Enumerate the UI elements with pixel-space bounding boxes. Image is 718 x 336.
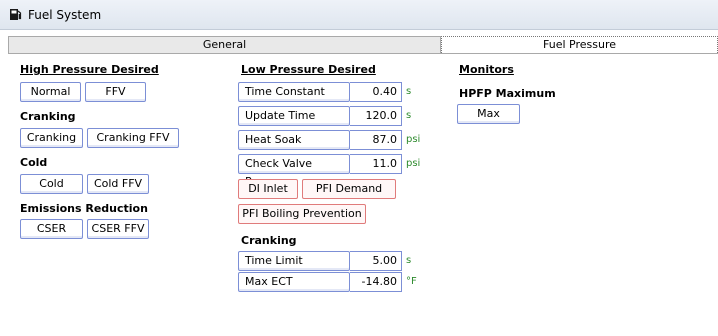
time-limit-label: Time Limit: [238, 251, 350, 271]
update-time-unit: s: [406, 110, 412, 121]
low-pressure-desired-heading: Low Pressure Desired: [241, 63, 376, 76]
window-titlebar: Fuel System: [0, 0, 718, 30]
emissions-reduction-heading: Emissions Reduction: [20, 202, 148, 215]
time-limit-value[interactable]: 5.00: [350, 251, 402, 271]
update-time-value[interactable]: 120.0: [350, 106, 402, 126]
time-constant-value[interactable]: 0.40: [350, 82, 402, 102]
max-ect-unit: °F: [406, 276, 417, 287]
cold-heading: Cold: [20, 156, 48, 169]
monitors-heading: Monitors: [459, 63, 514, 76]
max-ect-label: Max ECT: [238, 272, 350, 292]
check-valve-pressure-unit: psi: [406, 158, 421, 169]
tab-general[interactable]: General: [8, 36, 441, 53]
heat-soak-unit: psi: [406, 134, 421, 145]
cranking-button[interactable]: Cranking: [20, 128, 83, 148]
ffv-button[interactable]: FFV: [85, 82, 146, 102]
cser-ffv-button[interactable]: CSER FFV: [87, 219, 149, 239]
cranking-heading: Cranking: [20, 110, 76, 123]
max-button[interactable]: Max: [457, 104, 520, 124]
time-constant-label: Time Constant: [238, 82, 350, 102]
di-inlet-button[interactable]: DI Inlet: [238, 179, 298, 199]
heat-soak-value[interactable]: 87.0: [350, 130, 402, 150]
normal-button[interactable]: Normal: [20, 82, 81, 102]
heat-soak-label: Heat Soak: [238, 130, 350, 150]
time-limit-unit: s: [406, 255, 412, 266]
high-pressure-desired-heading: High Pressure Desired: [20, 63, 159, 76]
check-valve-pressure-label: Check Valve Pressure: [238, 154, 350, 188]
cser-button[interactable]: CSER: [20, 219, 83, 239]
fuel-pump-icon: [10, 9, 22, 20]
cold-ffv-button[interactable]: Cold FFV: [87, 174, 149, 194]
check-valve-pressure-value[interactable]: 11.0: [350, 154, 402, 174]
low-pressure-cranking-heading: Cranking: [241, 234, 297, 247]
max-ect-value[interactable]: -14.80: [350, 272, 402, 292]
tab-divider: [8, 53, 718, 54]
tab-fuel-pressure[interactable]: Fuel Pressure: [441, 36, 718, 53]
cranking-ffv-button[interactable]: Cranking FFV: [87, 128, 179, 148]
pfi-demand-button[interactable]: PFI Demand: [302, 179, 396, 199]
pfi-boiling-prevention-button[interactable]: PFI Boiling Prevention: [238, 204, 366, 224]
cold-button[interactable]: Cold: [20, 174, 83, 194]
time-constant-unit: s: [406, 86, 412, 97]
hpfp-maximum-heading: HPFP Maximum: [459, 87, 556, 100]
update-time-label: Update Time: [238, 106, 350, 126]
window-title: Fuel System: [28, 8, 102, 22]
